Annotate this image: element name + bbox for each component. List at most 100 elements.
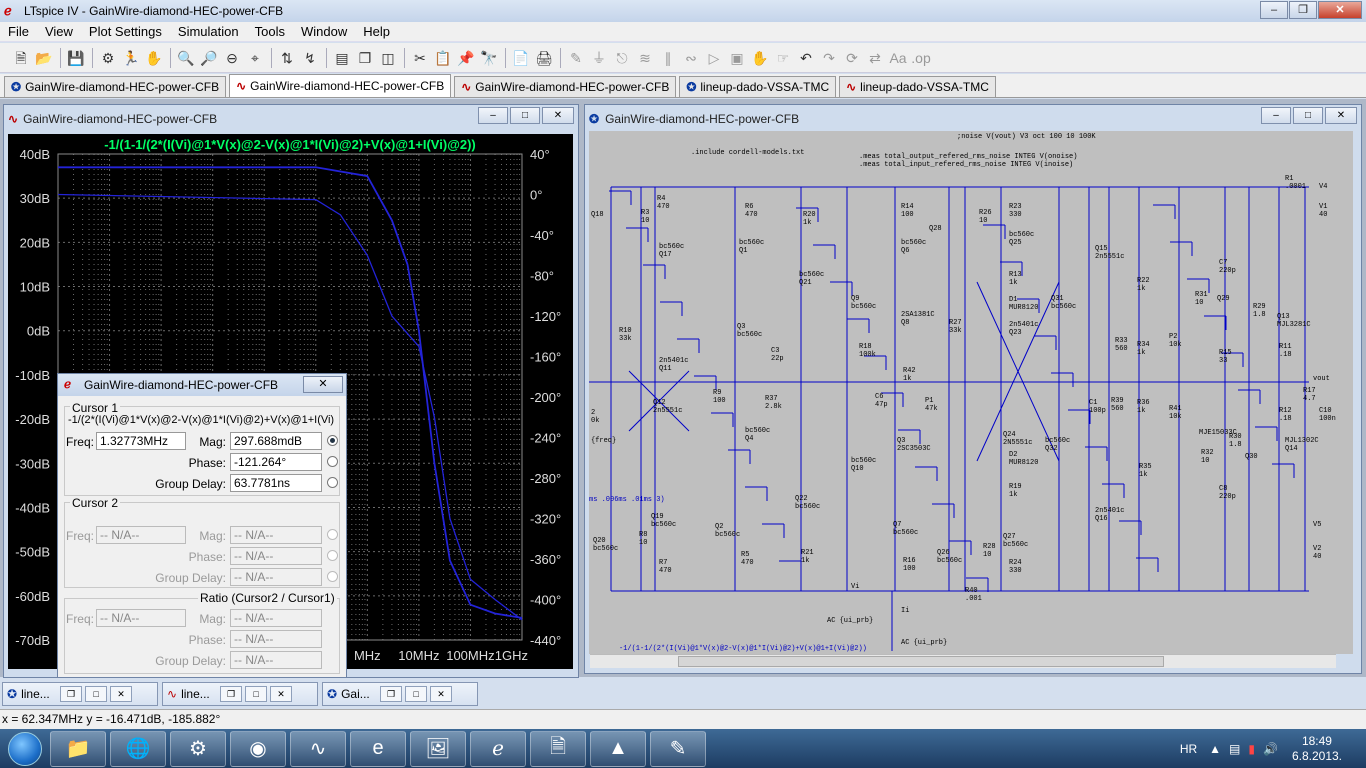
component-label[interactable]: V2 40 — [1313, 545, 1321, 561]
save-icon[interactable]: 💾 — [65, 47, 87, 69]
cursor1-group-delay-field[interactable]: 63.7781ns — [230, 474, 322, 492]
cursor2-mag-field[interactable]: -- N/A-- — [230, 526, 322, 544]
cursor1-group-delay-radio[interactable] — [327, 477, 338, 488]
component-label[interactable]: Q24 2N5551c — [1003, 431, 1032, 447]
ratio-group-delay-field[interactable]: -- N/A-- — [230, 651, 322, 669]
component-label[interactable]: Q30 — [1245, 453, 1258, 461]
component-label[interactable]: Q9 bc560c — [851, 295, 876, 311]
restore-button[interactable]: ❐ — [1289, 1, 1317, 19]
component-label[interactable]: R33 560 — [1115, 337, 1128, 353]
cursor2-group-delay-field[interactable]: -- N/A-- — [230, 568, 322, 586]
component-label[interactable]: vout — [1313, 375, 1330, 383]
explorer-taskbar-button[interactable]: 📁 — [50, 730, 106, 767]
component-label[interactable]: R41 10k — [1169, 405, 1182, 421]
new-schematic-icon[interactable]: 🗎 — [10, 47, 32, 69]
app-taskbar-button[interactable]: ⚙ — [170, 730, 226, 767]
component-label[interactable]: V4 — [1319, 183, 1327, 191]
tile-horizontal-icon[interactable]: ▤ — [331, 47, 353, 69]
pan-icon[interactable]: ✋ — [143, 47, 165, 69]
doc-tab-schematic[interactable]: ✪ GainWire-diamond-HEC-power-CFB — [4, 76, 227, 97]
app-taskbar-button[interactable]: 🗎 — [530, 730, 586, 767]
component-label[interactable]: bc560c Q10 — [851, 457, 876, 473]
component-label[interactable]: Q7 bc560c — [893, 521, 918, 537]
component-label[interactable]: R36 1k — [1137, 399, 1150, 415]
copy-icon[interactable]: 📋 — [432, 47, 454, 69]
component-label[interactable]: 2 0k — [591, 409, 599, 425]
component-label[interactable]: R29 1.8 — [1253, 303, 1266, 319]
component-label[interactable]: Q31 bc560c — [1051, 295, 1076, 311]
component-label[interactable]: AC {ui_prb} — [827, 617, 873, 625]
minimized-window[interactable]: ∿ line... ❐ □ ✕ — [162, 682, 318, 706]
menu-file[interactable]: File — [0, 24, 37, 39]
component-label[interactable]: R24 330 — [1009, 559, 1022, 575]
component-label[interactable]: R27 33k — [949, 319, 962, 335]
open-icon[interactable]: 📂 — [33, 47, 55, 69]
component-label[interactable]: R34 1k — [1137, 341, 1150, 357]
component-label[interactable]: R16 100 — [903, 557, 916, 573]
component-icon[interactable]: ▣ — [726, 47, 748, 69]
clock[interactable]: 18:49 6.8.2013. — [1292, 734, 1342, 764]
minimize-button[interactable]: – — [1260, 1, 1288, 19]
meas-output-directive[interactable]: .meas total_output_refered_rms_noise INT… — [859, 153, 1077, 161]
component-label[interactable]: R31 10 — [1195, 291, 1208, 307]
component-label[interactable]: R19 1k — [1009, 483, 1022, 499]
component-label[interactable]: 2n5401c Q16 — [1095, 507, 1124, 523]
component-label[interactable]: Q20 bc560c — [593, 537, 618, 553]
maximize-button[interactable]: □ — [85, 686, 108, 702]
maximize-button[interactable]: □ — [245, 686, 268, 702]
language-indicator[interactable]: HR — [1180, 742, 1197, 756]
component-label[interactable]: C3 22p — [771, 347, 784, 363]
component-label[interactable]: R37 2.8k — [765, 395, 782, 411]
cursor2-phase-radio[interactable] — [327, 550, 338, 561]
drag-icon[interactable]: ☞ — [772, 47, 794, 69]
component-label[interactable]: R3 10 — [641, 209, 649, 225]
control-panel-icon[interactable]: ⚙ — [97, 47, 119, 69]
inductor-icon[interactable]: ∾ — [680, 47, 702, 69]
cursor-dialog-close-button[interactable]: ✕ — [303, 376, 343, 393]
doc-tab-schematic-2[interactable]: ✪ lineup-dado-VSSA-TMC — [679, 76, 837, 97]
component-label[interactable]: R35 1k — [1139, 463, 1152, 479]
label-icon[interactable]: ⎋ — [611, 47, 633, 69]
cursor2-phase-field[interactable]: -- N/A-- — [230, 547, 322, 565]
component-label[interactable]: bc560c Q17 — [659, 243, 684, 259]
component-label[interactable]: bc560c Q32 — [1045, 437, 1070, 453]
component-label[interactable]: R28 10 — [983, 543, 996, 559]
capacitor-icon[interactable]: ∥ — [657, 47, 679, 69]
component-label[interactable]: Q3 2SC3503C — [897, 437, 931, 453]
ratio-freq-field[interactable]: -- N/A-- — [96, 609, 186, 627]
zoom-fit-icon[interactable]: ⌖ — [244, 47, 266, 69]
component-label[interactable]: R30 1.8 — [1229, 433, 1242, 449]
schematic-minimize-button[interactable]: – — [1261, 107, 1291, 124]
component-label[interactable]: ms .006ms .01ms 3) — [589, 496, 665, 504]
cursor1-mag-field[interactable]: 297.688mdB — [230, 432, 322, 450]
zoom-area-icon[interactable]: 🔎 — [198, 47, 220, 69]
component-label[interactable]: R42 1k — [903, 367, 916, 383]
ratio-mag-field[interactable]: -- N/A-- — [230, 609, 322, 627]
tile-vertical-icon[interactable]: ◫ — [377, 47, 399, 69]
component-label[interactable]: bc560c Q6 — [901, 239, 926, 255]
cursor1-phase-radio[interactable] — [327, 456, 338, 467]
cursor1-phase-field[interactable]: -121.264° — [230, 453, 322, 471]
volume-icon[interactable]: 🔊 — [1263, 742, 1278, 756]
probe-icon[interactable]: ↯ — [299, 47, 321, 69]
component-label[interactable]: Vi — [851, 583, 859, 591]
menu-view[interactable]: View — [37, 24, 81, 39]
component-label[interactable]: bc560c Q4 — [745, 427, 770, 443]
component-label[interactable]: AC {ui_prb} — [901, 639, 947, 647]
component-label[interactable]: Q29 — [1217, 295, 1230, 303]
app-taskbar-button[interactable]: ∿ — [290, 730, 346, 767]
find-icon[interactable]: 🔭 — [478, 47, 500, 69]
component-label[interactable]: R15 33 — [1219, 349, 1232, 365]
component-label[interactable]: R17 4.7 — [1303, 387, 1316, 403]
component-label[interactable]: R22 1k — [1137, 277, 1150, 293]
spice-directive-icon[interactable]: .op — [910, 47, 932, 69]
include-directive[interactable]: .include cordell-models.txt — [691, 149, 804, 157]
component-label[interactable]: C7 220p — [1219, 259, 1236, 275]
schematic-canvas[interactable]: ;noise V(vout) V3 oct 100 10 100K .inclu… — [589, 131, 1353, 654]
component-label[interactable]: R8 10 — [639, 531, 647, 547]
component-label[interactable]: Q28 — [929, 225, 942, 233]
run-icon[interactable]: 🏃 — [120, 47, 142, 69]
component-label[interactable]: Q3 bc560c — [737, 323, 762, 339]
cascade-icon[interactable]: ❐ — [354, 47, 376, 69]
component-label[interactable]: R26 10 — [979, 209, 992, 225]
